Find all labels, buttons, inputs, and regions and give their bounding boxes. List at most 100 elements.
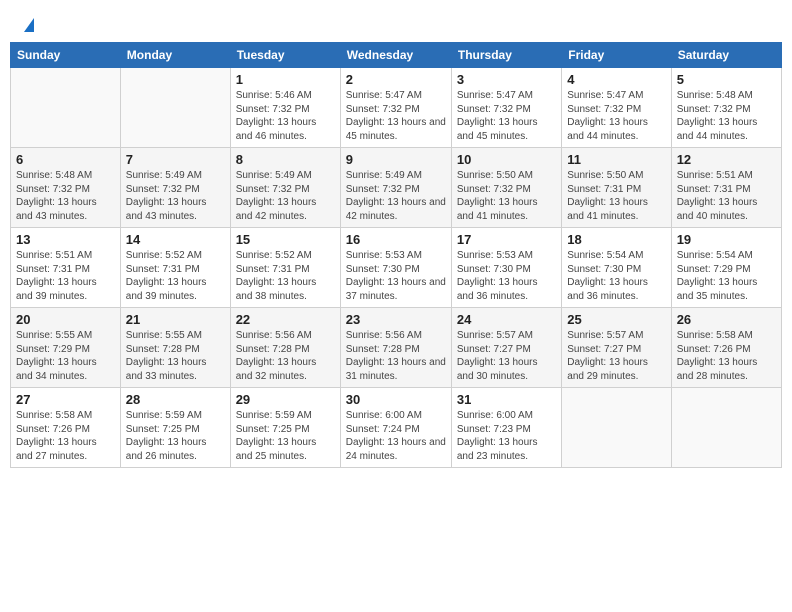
calendar-cell: 6 Sunrise: 5:48 AMSunset: 7:32 PMDaylight… <box>11 148 121 228</box>
calendar-cell: 19 Sunrise: 5:54 AMSunset: 7:29 PMDayligh… <box>671 228 781 308</box>
calendar-cell: 15 Sunrise: 5:52 AMSunset: 7:31 PMDayligh… <box>230 228 340 308</box>
day-number: 11 <box>567 152 665 167</box>
calendar-cell: 12 Sunrise: 5:51 AMSunset: 7:31 PMDayligh… <box>671 148 781 228</box>
day-number: 13 <box>16 232 115 247</box>
day-info: Sunrise: 5:48 AMSunset: 7:32 PMDaylight:… <box>677 89 776 143</box>
day-info: Sunrise: 5:59 AMSunset: 7:25 PMDaylight:… <box>126 409 225 463</box>
day-info: Sunrise: 5:54 AMSunset: 7:29 PMDaylight:… <box>677 249 776 303</box>
calendar-cell: 26Sunrise: 5:58 AMSunset: 7:26 PMDayligh… <box>671 308 781 388</box>
calendar-cell: 5 Sunrise: 5:48 AMSunset: 7:32 PMDaylight… <box>671 68 781 148</box>
day-info: Sunrise: 5:56 AMSunset: 7:28 PMDaylight:… <box>346 329 446 383</box>
calendar-header-monday: Monday <box>120 43 230 68</box>
calendar-header-friday: Friday <box>562 43 671 68</box>
day-number: 29 <box>236 392 335 407</box>
calendar-week-row: 6 Sunrise: 5:48 AMSunset: 7:32 PMDaylight… <box>11 148 782 228</box>
day-number: 4 <box>567 72 665 87</box>
calendar-cell: 11 Sunrise: 5:50 AMSunset: 7:31 PMDayligh… <box>562 148 671 228</box>
day-info: Sunrise: 5:55 AMSunset: 7:28 PMDaylight:… <box>126 329 225 383</box>
calendar-cell: 21 Sunrise: 5:55 AMSunset: 7:28 PMDayligh… <box>120 308 230 388</box>
day-number: 25 <box>567 312 665 327</box>
day-info: Sunrise: 5:53 AMSunset: 7:30 PMDaylight:… <box>346 249 446 303</box>
day-number: 9 <box>346 152 446 167</box>
day-info: Sunrise: 5:49 AMSunset: 7:32 PMDaylight:… <box>346 169 446 223</box>
calendar-cell: 3 Sunrise: 5:47 AMSunset: 7:32 PMDaylight… <box>451 68 561 148</box>
day-number: 7 <box>126 152 225 167</box>
day-number: 12 <box>677 152 776 167</box>
calendar-cell: 28Sunrise: 5:59 AMSunset: 7:25 PMDayligh… <box>120 388 230 468</box>
day-number: 16 <box>346 232 446 247</box>
day-info: Sunrise: 6:00 AMSunset: 7:24 PMDaylight:… <box>346 409 446 463</box>
day-info: Sunrise: 6:00 AMSunset: 7:23 PMDaylight:… <box>457 409 556 463</box>
calendar-table: SundayMondayTuesdayWednesdayThursdayFrid… <box>10 42 782 468</box>
calendar-header-tuesday: Tuesday <box>230 43 340 68</box>
calendar-cell: 30 Sunrise: 6:00 AMSunset: 7:24 PMDayligh… <box>340 388 451 468</box>
calendar-header-saturday: Saturday <box>671 43 781 68</box>
day-info: Sunrise: 5:56 AMSunset: 7:28 PMDaylight:… <box>236 329 335 383</box>
day-number: 20 <box>16 312 115 327</box>
day-info: Sunrise: 5:54 AMSunset: 7:30 PMDaylight:… <box>567 249 665 303</box>
calendar-cell: 18 Sunrise: 5:54 AMSunset: 7:30 PMDayligh… <box>562 228 671 308</box>
day-number: 19 <box>677 232 776 247</box>
day-info: Sunrise: 5:48 AMSunset: 7:32 PMDaylight:… <box>16 169 115 223</box>
day-info: Sunrise: 5:57 AMSunset: 7:27 PMDaylight:… <box>457 329 556 383</box>
calendar-cell: 29 Sunrise: 5:59 AMSunset: 7:25 PMDayligh… <box>230 388 340 468</box>
day-info: Sunrise: 5:59 AMSunset: 7:25 PMDaylight:… <box>236 409 335 463</box>
calendar-cell: 24 Sunrise: 5:57 AMSunset: 7:27 PMDayligh… <box>451 308 561 388</box>
calendar-header-sunday: Sunday <box>11 43 121 68</box>
calendar-cell: 23 Sunrise: 5:56 AMSunset: 7:28 PMDayligh… <box>340 308 451 388</box>
calendar-cell: 1 Sunrise: 5:46 AMSunset: 7:32 PMDaylight… <box>230 68 340 148</box>
day-info: Sunrise: 5:51 AMSunset: 7:31 PMDaylight:… <box>16 249 115 303</box>
day-number: 27 <box>16 392 115 407</box>
calendar-week-row: 13 Sunrise: 5:51 AMSunset: 7:31 PMDayligh… <box>11 228 782 308</box>
calendar-cell: 10 Sunrise: 5:50 AMSunset: 7:32 PMDayligh… <box>451 148 561 228</box>
day-number: 5 <box>677 72 776 87</box>
page-header <box>10 10 782 38</box>
day-number: 18 <box>567 232 665 247</box>
day-info: Sunrise: 5:49 AMSunset: 7:32 PMDaylight:… <box>126 169 225 223</box>
day-number: 1 <box>236 72 335 87</box>
day-number: 17 <box>457 232 556 247</box>
day-number: 21 <box>126 312 225 327</box>
day-info: Sunrise: 5:50 AMSunset: 7:31 PMDaylight:… <box>567 169 665 223</box>
calendar-header-thursday: Thursday <box>451 43 561 68</box>
calendar-cell: 20 Sunrise: 5:55 AMSunset: 7:29 PMDayligh… <box>11 308 121 388</box>
day-info: Sunrise: 5:52 AMSunset: 7:31 PMDaylight:… <box>236 249 335 303</box>
day-number: 24 <box>457 312 556 327</box>
day-info: Sunrise: 5:47 AMSunset: 7:32 PMDaylight:… <box>457 89 556 143</box>
day-number: 22 <box>236 312 335 327</box>
day-number: 2 <box>346 72 446 87</box>
calendar-week-row: 1 Sunrise: 5:46 AMSunset: 7:32 PMDaylight… <box>11 68 782 148</box>
day-info: Sunrise: 5:53 AMSunset: 7:30 PMDaylight:… <box>457 249 556 303</box>
calendar-cell <box>671 388 781 468</box>
day-info: Sunrise: 5:47 AMSunset: 7:32 PMDaylight:… <box>567 89 665 143</box>
day-info: Sunrise: 5:55 AMSunset: 7:29 PMDaylight:… <box>16 329 115 383</box>
calendar-header-wednesday: Wednesday <box>340 43 451 68</box>
calendar-cell: 16 Sunrise: 5:53 AMSunset: 7:30 PMDayligh… <box>340 228 451 308</box>
calendar-cell: 8 Sunrise: 5:49 AMSunset: 7:32 PMDaylight… <box>230 148 340 228</box>
day-info: Sunrise: 5:52 AMSunset: 7:31 PMDaylight:… <box>126 249 225 303</box>
day-number: 15 <box>236 232 335 247</box>
calendar-header-row: SundayMondayTuesdayWednesdayThursdayFrid… <box>11 43 782 68</box>
calendar-cell: 2Sunrise: 5:47 AMSunset: 7:32 PMDaylight… <box>340 68 451 148</box>
day-number: 31 <box>457 392 556 407</box>
day-info: Sunrise: 5:58 AMSunset: 7:26 PMDaylight:… <box>677 329 776 383</box>
day-number: 23 <box>346 312 446 327</box>
day-number: 8 <box>236 152 335 167</box>
day-info: Sunrise: 5:58 AMSunset: 7:26 PMDaylight:… <box>16 409 115 463</box>
calendar-cell: 4 Sunrise: 5:47 AMSunset: 7:32 PMDaylight… <box>562 68 671 148</box>
day-number: 3 <box>457 72 556 87</box>
day-number: 6 <box>16 152 115 167</box>
calendar-cell <box>11 68 121 148</box>
day-info: Sunrise: 5:46 AMSunset: 7:32 PMDaylight:… <box>236 89 335 143</box>
day-number: 10 <box>457 152 556 167</box>
calendar-week-row: 20 Sunrise: 5:55 AMSunset: 7:29 PMDayligh… <box>11 308 782 388</box>
calendar-cell: 9 Sunrise: 5:49 AMSunset: 7:32 PMDaylight… <box>340 148 451 228</box>
day-number: 30 <box>346 392 446 407</box>
calendar-week-row: 27 Sunrise: 5:58 AMSunset: 7:26 PMDayligh… <box>11 388 782 468</box>
calendar-cell: 13 Sunrise: 5:51 AMSunset: 7:31 PMDayligh… <box>11 228 121 308</box>
day-info: Sunrise: 5:49 AMSunset: 7:32 PMDaylight:… <box>236 169 335 223</box>
calendar-cell: 27 Sunrise: 5:58 AMSunset: 7:26 PMDayligh… <box>11 388 121 468</box>
day-info: Sunrise: 5:50 AMSunset: 7:32 PMDaylight:… <box>457 169 556 223</box>
calendar-cell: 25Sunrise: 5:57 AMSunset: 7:27 PMDayligh… <box>562 308 671 388</box>
day-info: Sunrise: 5:51 AMSunset: 7:31 PMDaylight:… <box>677 169 776 223</box>
